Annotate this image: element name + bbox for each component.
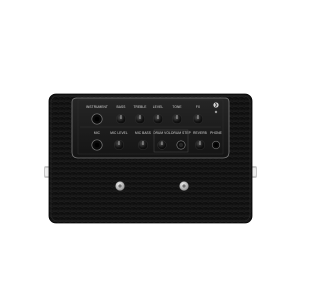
label-mic-level: MIC LEVEL bbox=[110, 131, 128, 135]
fx-knob[interactable] bbox=[192, 113, 204, 125]
drum-step-button[interactable] bbox=[176, 140, 186, 150]
label-treble: TREBLE bbox=[134, 105, 147, 109]
label-drum-vol: DRUM VOL bbox=[153, 131, 171, 135]
label-reverb: REVERB bbox=[193, 131, 207, 135]
instrument-jack[interactable] bbox=[91, 113, 103, 125]
label-tone: TONE bbox=[172, 105, 181, 109]
label-level: LEVEL bbox=[153, 105, 164, 109]
right-front-screw bbox=[179, 181, 189, 191]
label-mic: MIC bbox=[94, 131, 101, 135]
bluetooth-icon bbox=[213, 102, 219, 108]
drum-vol-knob[interactable] bbox=[157, 140, 167, 150]
mic-bass-knob[interactable] bbox=[137, 139, 149, 151]
label-phone: PHONE bbox=[210, 131, 222, 135]
tone-knob[interactable] bbox=[171, 113, 183, 125]
amplifier-photo: INSTRUMENT BASS TREBLE LEVEL TONE FX MIC… bbox=[44, 93, 257, 224]
phone-jack[interactable] bbox=[211, 140, 221, 150]
mic-level-knob[interactable] bbox=[113, 139, 125, 151]
treble-knob[interactable] bbox=[134, 113, 146, 125]
power-led bbox=[214, 110, 218, 114]
label-bass: BASS bbox=[117, 105, 126, 109]
left-front-screw bbox=[115, 181, 125, 191]
label-mic-bass: MIC BASS bbox=[135, 131, 151, 135]
bottom-row-labels: MIC MIC LEVEL MIC BASS DRUM VOL DRUM STE… bbox=[94, 131, 222, 135]
mic-jack[interactable] bbox=[91, 139, 103, 151]
level-knob[interactable] bbox=[152, 113, 164, 125]
reverb-knob[interactable] bbox=[194, 139, 206, 151]
bass-knob[interactable] bbox=[115, 113, 127, 125]
label-instrument: INSTRUMENT bbox=[86, 105, 108, 109]
